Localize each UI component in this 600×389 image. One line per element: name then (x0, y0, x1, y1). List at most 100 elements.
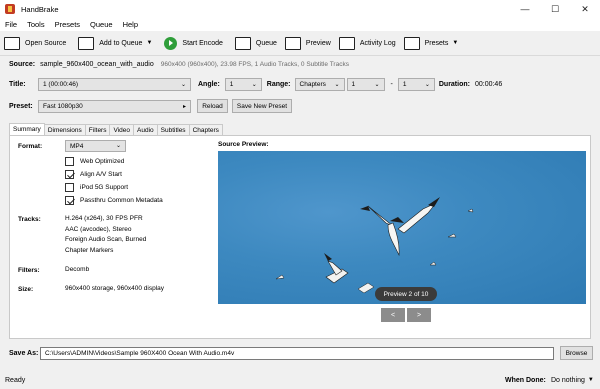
when-done-select[interactable]: Do nothing ▼ (551, 377, 594, 384)
chevron-down-icon: ⌄ (251, 82, 257, 88)
range-separator: - (390, 81, 393, 88)
source-preview-label: Source Preview: (218, 141, 269, 148)
reload-button[interactable]: Reload (197, 99, 228, 113)
summary-panel: Format: MP4 ⌄ Web Optimized Align A/V St… (9, 135, 591, 339)
tab-filters[interactable]: Filters (84, 124, 111, 135)
title-bar: HandBrake — ☐ ✕ (0, 0, 600, 18)
passthru-metadata-checkbox[interactable]: Passthru Common Metadata (65, 196, 163, 205)
menu-queue[interactable]: Queue (85, 20, 118, 29)
track-item: H.264 (x264), 30 FPS PFR (65, 215, 143, 222)
menu-bar: File Tools Presets Queue Help (0, 18, 600, 31)
menu-presets[interactable]: Presets (50, 20, 85, 29)
web-optimized-label: Web Optimized (80, 158, 125, 165)
preview-button[interactable]: Preview (281, 32, 335, 54)
close-button[interactable]: ✕ (570, 0, 600, 18)
chevron-down-icon: ⌄ (115, 143, 121, 149)
browse-button[interactable]: Browse (560, 346, 593, 360)
angle-select[interactable]: 1 ⌄ (224, 78, 262, 91)
maximize-button[interactable]: ☐ (540, 0, 570, 18)
tab-audio[interactable]: Audio (133, 124, 158, 135)
previous-preview-button[interactable]: < (381, 308, 405, 322)
toolbar: Open Source Add to Queue ▼ Start Encode … (0, 31, 600, 56)
preset-row: Preset: Fast 1080p30 ▸ Reload Save New P… (9, 99, 292, 113)
range-type-select[interactable]: Chapters ⌄ (294, 78, 345, 91)
source-preview-image: Preview 2 of 10 (218, 151, 586, 304)
range-start-value: 1 (351, 81, 356, 88)
range-end-value: 1 (402, 81, 407, 88)
add-to-queue-button[interactable]: Add to Queue ▼ (74, 32, 156, 54)
open-source-label: Open Source (25, 39, 67, 47)
checkbox-box (65, 157, 74, 166)
next-preview-button[interactable]: > (407, 308, 431, 322)
tracks-list: H.264 (x264), 30 FPS PFR AAC (avcodec), … (65, 214, 146, 256)
activity-log-icon (338, 36, 355, 50)
format-select[interactable]: MP4 ⌄ (65, 140, 126, 152)
open-source-button[interactable]: Open Source (0, 32, 70, 54)
presets-button[interactable]: Presets ▼ (400, 32, 463, 54)
presets-label: Presets (424, 39, 449, 47)
save-as-row: Save As: C:\Users\ADMIN\Videos\Sample 96… (9, 346, 593, 360)
activity-log-label: Activity Log (359, 39, 396, 47)
checkbox-box (65, 183, 74, 192)
presets-icon (403, 36, 420, 50)
duration-label: Duration: (438, 81, 470, 88)
save-new-preset-button[interactable]: Save New Preset (232, 99, 292, 113)
save-as-path-value: C:\Users\ADMIN\Videos\Sample 960X400 Oce… (45, 349, 235, 357)
range-start-select[interactable]: 1 ⌄ (346, 78, 385, 91)
checkbox-checked-icon (65, 170, 74, 179)
start-encode-button[interactable]: Start Encode (160, 32, 226, 54)
menu-help[interactable]: Help (118, 20, 143, 29)
status-bar: Ready When Done: Do nothing ▼ (0, 371, 600, 389)
save-as-label: Save As: (9, 349, 39, 357)
format-value: MP4 (70, 142, 84, 150)
when-done-label: When Done: (505, 376, 546, 384)
source-label: Source: (9, 61, 36, 68)
duration-value: 00:00:46 (474, 81, 503, 88)
range-type-value: Chapters (299, 81, 326, 88)
menu-tools[interactable]: Tools (22, 20, 50, 29)
tab-chapters[interactable]: Chapters (188, 124, 223, 135)
angle-label: Angle: (198, 81, 220, 88)
source-name: sample_960x400_ocean_with_audio (40, 61, 154, 68)
add-queue-icon (78, 36, 95, 50)
chevron-down-icon: ⌄ (180, 82, 186, 88)
chevron-down-icon: ⌄ (374, 82, 380, 88)
angle-value: 1 (229, 81, 234, 88)
preview-counter: Preview 2 of 10 (375, 287, 437, 301)
format-label: Format: (18, 143, 43, 150)
film-clapper-icon (4, 36, 20, 50)
save-as-path-input[interactable]: C:\Users\ADMIN\Videos\Sample 960X400 Oce… (40, 346, 554, 360)
track-item: Chapter Markers (65, 246, 114, 254)
handbrake-logo-icon (5, 4, 15, 14)
range-end-select[interactable]: 1 ⌄ (397, 78, 435, 91)
chevron-down-icon: ▼ (146, 40, 153, 46)
title-select[interactable]: 1 (00:00:46) ⌄ (38, 78, 191, 91)
tab-dimensions[interactable]: Dimensions (43, 124, 86, 135)
add-to-queue-label: Add to Queue (99, 39, 143, 47)
source-info: 960x400 (960x400), 23.98 FPS, 1 Audio Tr… (160, 61, 349, 68)
tab-subtitles[interactable]: Subtitles (156, 124, 190, 135)
filters-value: Decomb (65, 266, 90, 273)
preset-label: Preset: (9, 102, 33, 110)
tracks-label: Tracks: (18, 216, 41, 223)
web-optimized-checkbox[interactable]: Web Optimized (65, 157, 124, 166)
preset-select[interactable]: Fast 1080p30 ▸ (38, 99, 191, 113)
handbrake-window: HandBrake — ☐ ✕ File Tools Presets Queue… (0, 0, 600, 389)
activity-log-button[interactable]: Activity Log (335, 32, 400, 54)
status-text: Ready (5, 376, 26, 384)
title-row: Title: 1 (00:00:46) ⌄ Angle: 1 ⌄ Range: … (9, 78, 502, 91)
title-label: Title: (9, 81, 26, 88)
minimize-button[interactable]: — (510, 0, 540, 18)
passthru-metadata-label: Passthru Common Metadata (80, 197, 163, 204)
align-av-start-checkbox[interactable]: Align A/V Start (65, 170, 122, 179)
menu-file[interactable]: File (0, 20, 22, 29)
chevron-down-icon: ▼ (587, 377, 594, 383)
settings-tabs: Summary Dimensions Filters Video Audio S… (9, 123, 223, 135)
ipod-5g-support-checkbox[interactable]: iPod 5G Support (65, 183, 128, 192)
chevron-right-icon: ▸ (182, 103, 186, 110)
queue-button[interactable]: Queue (231, 32, 281, 54)
size-value: 960x400 storage, 960x400 display (65, 285, 165, 292)
window-title: HandBrake (21, 4, 59, 14)
tab-summary[interactable]: Summary (9, 123, 45, 135)
tab-video[interactable]: Video (109, 124, 134, 135)
